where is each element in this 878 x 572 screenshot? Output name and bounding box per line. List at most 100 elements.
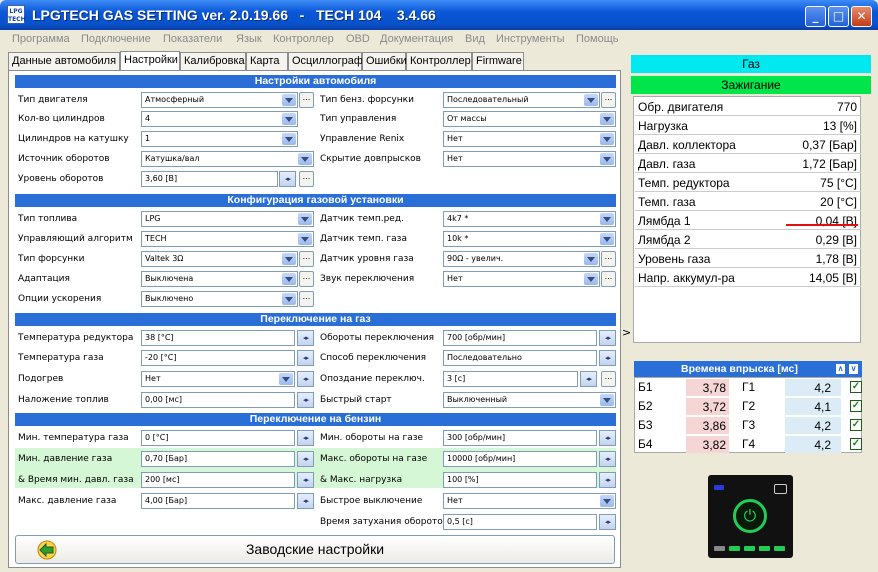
- menu-program[interactable]: Программа: [12, 33, 70, 45]
- renix-select[interactable]: Нет: [443, 131, 616, 147]
- max-load-spin[interactable]: ◂▸: [599, 472, 616, 488]
- injector-enabled-checkbox[interactable]: ✓: [850, 381, 862, 393]
- heating-spin[interactable]: ◂▸: [297, 371, 314, 387]
- rpm-level-more-button[interactable]: ...: [299, 171, 314, 187]
- tab-map[interactable]: Карта: [246, 52, 288, 70]
- rpm-level-spin[interactable]: ◂▸: [279, 171, 296, 187]
- injector-enabled-checkbox[interactable]: ✓: [850, 400, 862, 412]
- min-pressure-time-spin[interactable]: ◂▸: [297, 472, 314, 488]
- max-rpm-gas-field[interactable]: 10000 [обр/мин]: [443, 451, 597, 467]
- section-switch-to-gas: Переключение на газ: [15, 313, 616, 326]
- reducer-temp-spin[interactable]: ◂▸: [297, 330, 314, 346]
- cyl-per-coil-select[interactable]: 1: [141, 131, 298, 147]
- reducer-temp-field[interactable]: 38 [°C]: [141, 330, 295, 346]
- scroll-up-icon[interactable]: ∧: [835, 363, 846, 375]
- menu-indicators[interactable]: Показатели: [163, 33, 222, 45]
- switch-delay-spin[interactable]: ◂▸: [580, 371, 597, 387]
- control-type-label: Тип управления: [320, 114, 397, 124]
- quick-start-select[interactable]: Выключенный: [443, 392, 616, 408]
- switch-sound-more-button[interactable]: ...: [601, 271, 616, 287]
- switch-method-field[interactable]: Последовательно: [443, 350, 597, 366]
- switch-sound-label: Звук переключения: [320, 274, 415, 284]
- tab-errors[interactable]: Ошибки: [362, 52, 407, 70]
- menu-controller[interactable]: Контроллер: [273, 33, 334, 45]
- min-gas-pressure-field[interactable]: 0,70 [Бар]: [141, 451, 295, 467]
- max-load-field[interactable]: 100 [%]: [443, 472, 597, 488]
- switch-rpm-field[interactable]: 700 [обр/мин]: [443, 330, 597, 346]
- switch-delay-field[interactable]: 3 [с]: [443, 371, 578, 387]
- switch-sound-select[interactable]: Нет: [443, 271, 600, 287]
- tab-settings[interactable]: Настройки: [120, 51, 180, 70]
- switch-method-spin[interactable]: ◂▸: [599, 350, 616, 366]
- tab-controller[interactable]: Контроллер: [406, 52, 472, 70]
- rpm-source-select[interactable]: Катушка/вал: [141, 151, 314, 167]
- tab-car-data[interactable]: Данные автомобиля: [8, 52, 120, 70]
- factory-settings-button[interactable]: Заводские настройки: [15, 535, 615, 564]
- fast-off-select[interactable]: Нет: [443, 493, 616, 509]
- min-rpm-gas-spin[interactable]: ◂▸: [599, 430, 616, 446]
- min-gas-pressure-spin[interactable]: ◂▸: [297, 451, 314, 467]
- fuel-overlap-spin[interactable]: ◂▸: [297, 392, 314, 408]
- close-button[interactable]: ✕: [851, 6, 872, 27]
- rpm-decay-time-spin[interactable]: ◂▸: [599, 514, 616, 530]
- switch-rpm-spin[interactable]: ◂▸: [599, 330, 616, 346]
- injector-enabled-checkbox[interactable]: ✓: [850, 438, 862, 450]
- scroll-down-icon[interactable]: ∨: [848, 363, 859, 375]
- menu-tools[interactable]: Инструменты: [496, 33, 565, 45]
- maximize-button[interactable]: □: [828, 6, 849, 27]
- injector-type-select[interactable]: Valtek 3Ω: [141, 251, 298, 267]
- engine-type-select[interactable]: Атмосферный: [141, 92, 298, 108]
- settings-panel: Настройки автомобиля Тип двигателя Атмос…: [8, 70, 621, 568]
- accel-options-select[interactable]: Выключено: [141, 291, 298, 307]
- param-row: Давл. коллектора 0,37 [Бар]: [635, 136, 861, 154]
- cyl-per-coil-label: Цилиндров на катушку: [18, 134, 129, 144]
- gas-temp-field[interactable]: -20 [°C]: [141, 350, 295, 366]
- petrol-injector-type-select[interactable]: Последовательный: [443, 92, 600, 108]
- tab-firmware[interactable]: Firmware: [472, 52, 524, 70]
- collapse-panel-arrow[interactable]: >: [622, 326, 631, 339]
- menu-help[interactable]: Помощь: [576, 33, 619, 45]
- heating-select[interactable]: Нет: [141, 371, 295, 387]
- menu-view[interactable]: Вид: [465, 33, 485, 45]
- gas-temp-spin[interactable]: ◂▸: [297, 350, 314, 366]
- rpm-level-field[interactable]: 3,60 [В]: [141, 171, 278, 187]
- menu-language[interactable]: Язык: [236, 33, 262, 45]
- fuel-type-select[interactable]: LPG: [141, 211, 314, 227]
- tab-calibration[interactable]: Калибровка: [180, 52, 246, 70]
- min-gas-temp-field[interactable]: 0 [°C]: [141, 430, 295, 446]
- adaptation-more-button[interactable]: ...: [299, 271, 314, 287]
- injector-enabled-checkbox[interactable]: ✓: [850, 419, 862, 431]
- menu-obd[interactable]: OBD: [346, 33, 370, 45]
- hide-injections-select[interactable]: Нет: [443, 151, 616, 167]
- petrol-injector-more-button[interactable]: ...: [601, 92, 616, 108]
- max-rpm-gas-spin[interactable]: ◂▸: [599, 451, 616, 467]
- max-gas-pressure-spin[interactable]: ◂▸: [297, 493, 314, 509]
- min-rpm-gas-field[interactable]: 300 [обр/мин]: [443, 430, 597, 446]
- chevron-down-icon: [282, 273, 296, 285]
- accel-options-more-button[interactable]: ...: [299, 291, 314, 307]
- min-pressure-time-value: 200 [мс]: [145, 475, 180, 484]
- min-gas-temp-spin[interactable]: ◂▸: [297, 430, 314, 446]
- switch-delay-more-button[interactable]: ...: [601, 371, 616, 387]
- menu-documentation[interactable]: Документация: [380, 33, 453, 45]
- engine-type-more-button[interactable]: ...: [299, 92, 314, 108]
- chevron-down-icon: [298, 153, 312, 165]
- injector-type-more-button[interactable]: ...: [299, 251, 314, 267]
- gas-level-sensor-select[interactable]: 90Ω - увелич.: [443, 251, 600, 267]
- algorithm-select[interactable]: TECH: [141, 231, 314, 247]
- cylinders-select[interactable]: 4: [141, 111, 298, 127]
- max-gas-pressure-field[interactable]: 4,00 [Бар]: [141, 493, 295, 509]
- switch-method-label: Способ переключения: [320, 353, 426, 363]
- rpm-source-label: Источник оборотов: [18, 154, 110, 164]
- gas-temp-sensor-select[interactable]: 10k *: [443, 231, 616, 247]
- control-type-select[interactable]: От массы: [443, 111, 616, 127]
- minimize-button[interactable]: _: [805, 6, 826, 27]
- adaptation-select[interactable]: Выключена: [141, 271, 298, 287]
- reducer-temp-sensor-select[interactable]: 4k7 *: [443, 211, 616, 227]
- fuel-overlap-field[interactable]: 0,00 [мс]: [141, 392, 295, 408]
- rpm-decay-time-field[interactable]: 0,5 [с]: [443, 514, 597, 530]
- menu-connection[interactable]: Подключение: [81, 33, 151, 45]
- gas-level-more-button[interactable]: ...: [601, 251, 616, 267]
- tab-oscilloscope[interactable]: Осциллограф: [288, 52, 363, 70]
- min-pressure-time-field[interactable]: 200 [мс]: [141, 472, 295, 488]
